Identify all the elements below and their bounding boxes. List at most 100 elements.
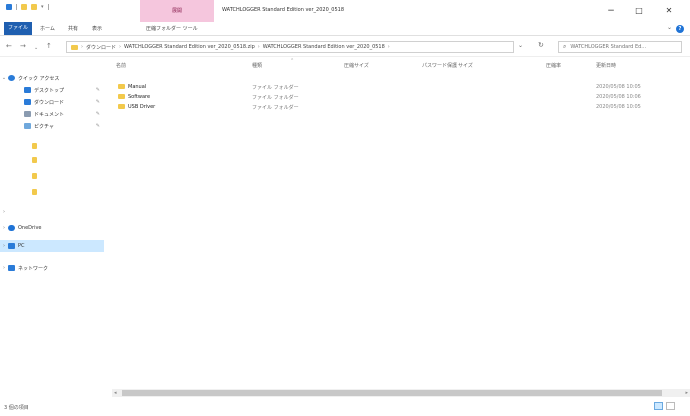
network-icon — [8, 265, 15, 271]
sidebar-item-folder[interactable] — [0, 140, 104, 152]
tab-compressed-folder-tools[interactable]: 圧縮フォルダー ツール — [146, 25, 198, 32]
folder-icon — [32, 143, 37, 149]
quick-access-toolbar: ▾ — [6, 4, 49, 10]
sidebar-item-label: ピクチャ — [34, 123, 54, 130]
sidebar-item-desktop[interactable]: デスクトップ ✎ — [0, 84, 104, 96]
picture-icon — [24, 123, 31, 129]
item-count: 3 個の項目 — [4, 405, 29, 411]
breadcrumb-separator: › — [257, 44, 260, 50]
expand-icon[interactable]: › — [0, 265, 8, 271]
horizontal-scrollbar[interactable]: ◂ ▸ — [112, 389, 690, 397]
search-box[interactable]: ⌕ — [558, 41, 682, 53]
sidebar-item-documents[interactable]: ドキュメント ✎ — [0, 108, 104, 120]
tab-share[interactable]: 共有 — [68, 25, 78, 32]
address-bar[interactable]: › ダウンロード › WATCHLOGGER Standard Edition … — [66, 41, 514, 53]
table-row[interactable]: Software ファイル フォルダー 2020/05/08 10:06 — [112, 92, 690, 102]
pin-icon[interactable]: ✎ — [96, 87, 100, 93]
table-row[interactable]: Manual ファイル フォルダー 2020/05/08 10:05 — [112, 82, 690, 92]
sidebar-item-pc[interactable]: › PC — [0, 240, 104, 252]
table-row[interactable]: USB Driver ファイル フォルダー 2020/05/08 10:05 — [112, 102, 690, 112]
sidebar-item-network[interactable]: › ネットワーク — [0, 262, 104, 274]
folder-icon — [32, 157, 37, 163]
column-header-type[interactable]: 種類 — [252, 62, 262, 69]
search-icon: ⌕ — [563, 43, 567, 50]
file-name: Manual — [128, 84, 147, 90]
scroll-right-icon[interactable]: ▸ — [685, 389, 688, 397]
pin-icon[interactable]: ✎ — [96, 123, 100, 129]
qat-dropdown-icon[interactable]: ▾ — [41, 4, 44, 10]
sidebar-item-collapsed[interactable]: › — [0, 206, 104, 218]
sidebar-item-downloads[interactable]: ダウンロード ✎ — [0, 96, 104, 108]
title-bar: ▾ 展開 WATCHLOGGER Standard Edition ver_20… — [0, 0, 690, 24]
breadcrumb-current-folder[interactable]: WATCHLOGGER Standard Edition ver_2020_05… — [263, 44, 385, 50]
file-modified: 2020/05/08 10:06 — [596, 94, 641, 100]
close-button[interactable]: ✕ — [656, 4, 682, 18]
forward-button[interactable]: → — [20, 42, 26, 50]
column-header-modified[interactable]: 更新日時 — [596, 62, 616, 69]
breadcrumb-separator: › — [81, 44, 83, 50]
refresh-icon[interactable]: ↻ — [538, 41, 544, 49]
breadcrumb-downloads[interactable]: ダウンロード — [86, 44, 116, 51]
column-header-compressed-size[interactable]: 圧縮サイズ — [344, 62, 369, 69]
desktop-icon — [24, 87, 31, 93]
sidebar-item-label: PC — [18, 243, 25, 249]
folder-icon — [118, 94, 125, 99]
minimize-button[interactable]: − — [598, 4, 624, 18]
sidebar-item-pictures[interactable]: ピクチャ ✎ — [0, 120, 104, 132]
breadcrumb-zip[interactable]: WATCHLOGGER Standard Edition ver_2020_05… — [124, 44, 255, 50]
sidebar-item-folder[interactable] — [0, 154, 104, 166]
file-name: Software — [128, 94, 151, 100]
folder-icon[interactable] — [31, 4, 37, 10]
column-header-password[interactable]: パスワード保護 — [422, 62, 457, 69]
tab-home[interactable]: ホーム — [40, 25, 55, 32]
scroll-left-icon[interactable]: ◂ — [114, 389, 117, 397]
folder-icon — [71, 44, 78, 50]
properties-icon[interactable] — [6, 4, 12, 10]
ribbon-expand-icon[interactable]: ⌄ — [667, 24, 672, 31]
sidebar-item-folder[interactable] — [0, 186, 104, 198]
file-type: ファイル フォルダー — [252, 85, 299, 91]
pin-icon[interactable]: ✎ — [96, 99, 100, 105]
sidebar-item-quick-access[interactable]: ⌄ クイック アクセス — [0, 72, 104, 84]
breadcrumb-separator: › — [119, 44, 122, 50]
star-icon — [8, 75, 15, 81]
address-dropdown-icon[interactable]: ⌄ — [518, 42, 523, 49]
scrollbar-thumb[interactable] — [122, 390, 662, 396]
expand-icon[interactable]: › — [0, 209, 8, 215]
search-input[interactable] — [570, 44, 679, 50]
navigation-bar: ← → ⌄ ↑ › ダウンロード › WATCHLOGGER Standard … — [0, 37, 690, 57]
back-button[interactable]: ← — [6, 42, 12, 50]
column-header-name[interactable]: 名前 — [116, 62, 126, 69]
tab-file[interactable]: ファイル — [4, 22, 32, 35]
file-name: USB Driver — [128, 104, 156, 110]
file-type: ファイル フォルダー — [252, 95, 299, 101]
folder-icon — [32, 173, 37, 179]
recent-locations-button[interactable]: ⌄ — [34, 44, 38, 52]
column-header-ratio[interactable]: 圧縮率 — [546, 62, 561, 69]
qat-separator — [47, 4, 49, 10]
details-view-icon[interactable] — [654, 402, 663, 410]
sidebar-item-folder[interactable] — [0, 170, 104, 182]
sidebar-item-label: OneDrive — [18, 225, 42, 231]
sidebar-item-label: ネットワーク — [18, 265, 49, 272]
column-header-size[interactable]: サイズ — [458, 62, 473, 69]
sidebar-item-onedrive[interactable]: › OneDrive — [0, 222, 104, 234]
ribbon-tabs: ファイル ホーム 共有 表示 圧縮フォルダー ツール ⌄ ? — [0, 22, 690, 36]
folder-icon — [32, 189, 37, 195]
pin-icon[interactable]: ✎ — [96, 111, 100, 117]
help-icon[interactable]: ? — [676, 25, 684, 33]
expand-icon[interactable]: ⌄ — [0, 75, 8, 81]
expand-icon[interactable]: › — [0, 225, 8, 231]
expand-icon[interactable]: › — [0, 243, 8, 249]
folder-icon — [118, 104, 125, 109]
document-icon — [24, 111, 31, 117]
file-list: ⌃ 名前 種類 圧縮サイズ パスワード保護 サイズ 圧縮率 更新日時 Manua… — [112, 58, 690, 388]
up-button[interactable]: ↑ — [46, 42, 52, 50]
large-icons-view-icon[interactable] — [666, 402, 675, 410]
sidebar-item-label: デスクトップ — [34, 87, 65, 94]
maximize-button[interactable]: □ — [626, 4, 652, 18]
navigation-pane: ⌄ クイック アクセス デスクトップ ✎ ダウンロード ✎ ドキュメント ✎ ピ… — [0, 58, 108, 388]
tab-view[interactable]: 表示 — [92, 25, 102, 32]
breadcrumb-separator: › — [387, 44, 390, 50]
new-folder-icon[interactable] — [21, 4, 27, 10]
